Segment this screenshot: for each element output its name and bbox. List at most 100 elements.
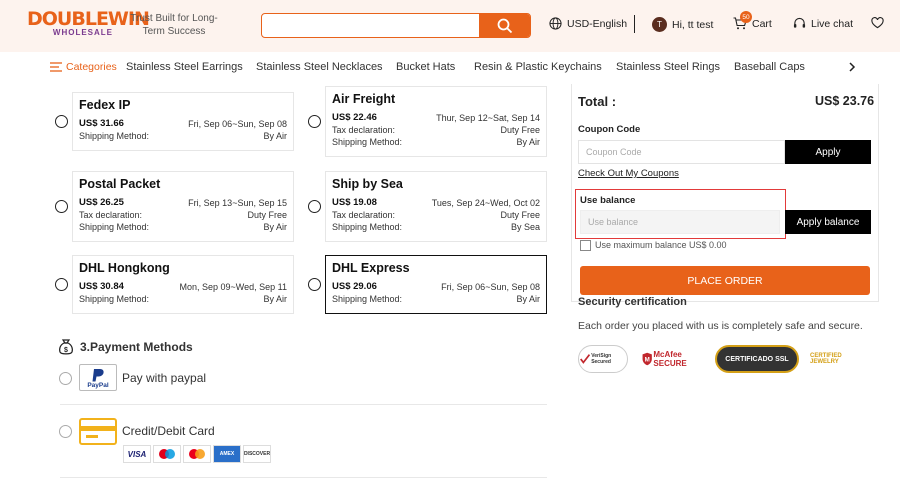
shipping-option-postal[interactable]: Postal Packet US$ 26.25 Fri, Sep 13~Sun, … [72,171,294,242]
shipping-option-fedex[interactable]: Fedex IP US$ 31.66 Fri, Sep 06~Sun, Sep 0… [72,92,294,151]
headset-icon [793,17,806,28]
shipping-radio-sea[interactable] [308,200,321,213]
nav-item[interactable]: Baseball Caps [734,61,805,73]
shipping-price: US$ 29.06 [332,281,377,292]
shipping-name: Ship by Sea [332,177,403,191]
method-label: Shipping Method: [79,222,150,232]
method-value: By Air [263,222,287,232]
shipping-dates: Thur, Sep 12~Sat, Sep 14 [436,113,540,123]
coupon-code-input[interactable]: Coupon Code [578,140,785,164]
cart-button[interactable]: Cart [733,17,772,30]
shipping-option-dhl-hongkong[interactable]: DHL Hongkong US$ 30.84 Mon, Sep 09~Wed, S… [72,255,294,314]
payment-divider [60,404,547,405]
shipping-price: US$ 30.84 [79,281,124,292]
nav-item[interactable]: Stainless Steel Earrings [126,61,243,73]
tax-value: Duty Free [500,125,540,135]
shipping-name: DHL Hongkong [79,261,170,275]
payment-radio-card[interactable] [59,425,72,438]
balance-input[interactable]: Use balance [580,210,780,234]
mastercard-logo [183,445,211,463]
svg-text:$: $ [64,347,68,354]
method-label: Shipping Method: [332,294,403,304]
mcafee-badge: M McAfee SECURE [641,345,703,373]
nav-item[interactable]: Stainless Steel Rings [616,61,720,73]
card-brands: VISA AMEX DISCOVER [123,445,271,463]
shipping-price: US$ 19.08 [332,197,377,208]
search-input[interactable] [262,14,480,37]
payment-radio-paypal[interactable] [59,372,72,385]
site-logo[interactable]: DOUBLEWIN WHOLESALE [27,8,150,42]
nav-item[interactable]: Resin & Plastic Keychains [474,61,602,73]
search-button[interactable] [479,14,530,37]
categories-menu[interactable]: Categories [50,61,117,73]
shipping-price: US$ 31.66 [79,118,124,129]
categories-label: Categories [66,61,117,73]
menu-icon [50,62,62,72]
payment-title: 3.Payment Methods [80,340,193,354]
chevron-right-icon[interactable] [848,62,856,75]
svg-text:M: M [645,356,650,363]
site-header: DOUBLEWIN WHOLESALE Trust Built for Long… [0,0,900,52]
method-value: By Air [516,137,540,147]
logo-text: DOUBLEWIN [27,8,150,30]
search-bar [261,13,531,38]
shipping-option-air-freight[interactable]: Air Freight US$ 22.46 Thur, Sep 12~Sat, S… [325,86,547,157]
shipping-radio-dhl-hongkong[interactable] [55,278,68,291]
payment-methods-heading: $ 3.Payment Methods [58,338,193,356]
shipping-dates: Mon, Sep 09~Wed, Sep 11 [179,282,288,292]
total-value: US$ 23.76 [815,94,875,108]
apply-balance-button[interactable]: Apply balance [785,210,871,234]
shipping-radio-postal[interactable] [55,200,68,213]
tax-label: Tax declaration: [332,125,396,135]
shipping-radio-air-freight[interactable] [308,115,321,128]
shipping-dates: Tues, Sep 24~Wed, Oct 02 [431,198,540,208]
use-balance-label: Use balance [580,195,636,206]
category-nav: Categories Stainless Steel Earrings Stai… [0,52,900,84]
tax-value: Duty Free [500,210,540,220]
shipping-radio-dhl-express[interactable] [308,278,321,291]
place-order-button[interactable]: PLACE ORDER [580,266,870,295]
shield-icon: M [642,352,652,366]
paypal-logo: PayPal [79,364,117,391]
certified-jewelry-badge: CERTIFIED JEWELRY [810,353,842,365]
shipping-option-dhl-express[interactable]: DHL Express US$ 29.06 Fri, Sep 06~Sun, Se… [325,255,547,314]
amex-logo: AMEX [213,445,241,463]
shipping-name: Air Freight [332,92,396,106]
paypal-label: Pay with paypal [122,371,207,385]
check-icon [580,354,591,364]
tax-label: Tax declaration: [79,210,143,220]
method-label: Shipping Method: [332,222,403,232]
search-icon [497,18,512,33]
account-menu[interactable]: T Hi, tt test [652,17,713,32]
money-bag-icon: $ [59,339,73,355]
method-value: By Air [263,131,287,141]
max-balance-checkbox[interactable] [580,240,591,251]
cart-count-badge: 50 [740,11,752,23]
nav-item[interactable]: Stainless Steel Necklaces [256,61,383,73]
tax-value: Duty Free [247,210,287,220]
shipping-dates: Fri, Sep 13~Sun, Sep 15 [188,198,287,208]
check-coupons-link[interactable]: Check Out My Coupons [578,168,679,179]
credit-card-icon [79,418,117,445]
svg-text:PayPal: PayPal [87,382,109,389]
shipping-name: DHL Express [332,261,410,275]
tax-label: Tax declaration: [332,210,396,220]
currency-label: USD-English [567,17,628,30]
discover-logo: DISCOVER [243,445,271,463]
greeting-label: Hi, tt test [672,18,714,31]
live-chat-button[interactable]: Live chat [793,17,853,30]
cart-label: Cart [752,17,772,30]
shipping-price: US$ 26.25 [79,197,124,208]
nav-item[interactable]: Bucket Hats [396,61,455,73]
apply-coupon-button[interactable]: Apply [785,140,871,164]
shipping-option-sea[interactable]: Ship by Sea US$ 19.08 Tues, Sep 24~Wed, O… [325,171,547,242]
card-label: Credit/Debit Card [122,424,215,438]
shipping-radio-fedex[interactable] [55,115,68,128]
avatar: T [652,17,667,32]
currency-selector[interactable]: USD-English [549,17,627,30]
method-value: By Sea [510,222,540,232]
method-value: By Air [263,294,287,304]
wishlist-button[interactable] [871,17,884,29]
shipping-dates: Fri, Sep 06~Sun, Sep 08 [441,282,540,292]
method-label: Shipping Method: [79,294,150,304]
